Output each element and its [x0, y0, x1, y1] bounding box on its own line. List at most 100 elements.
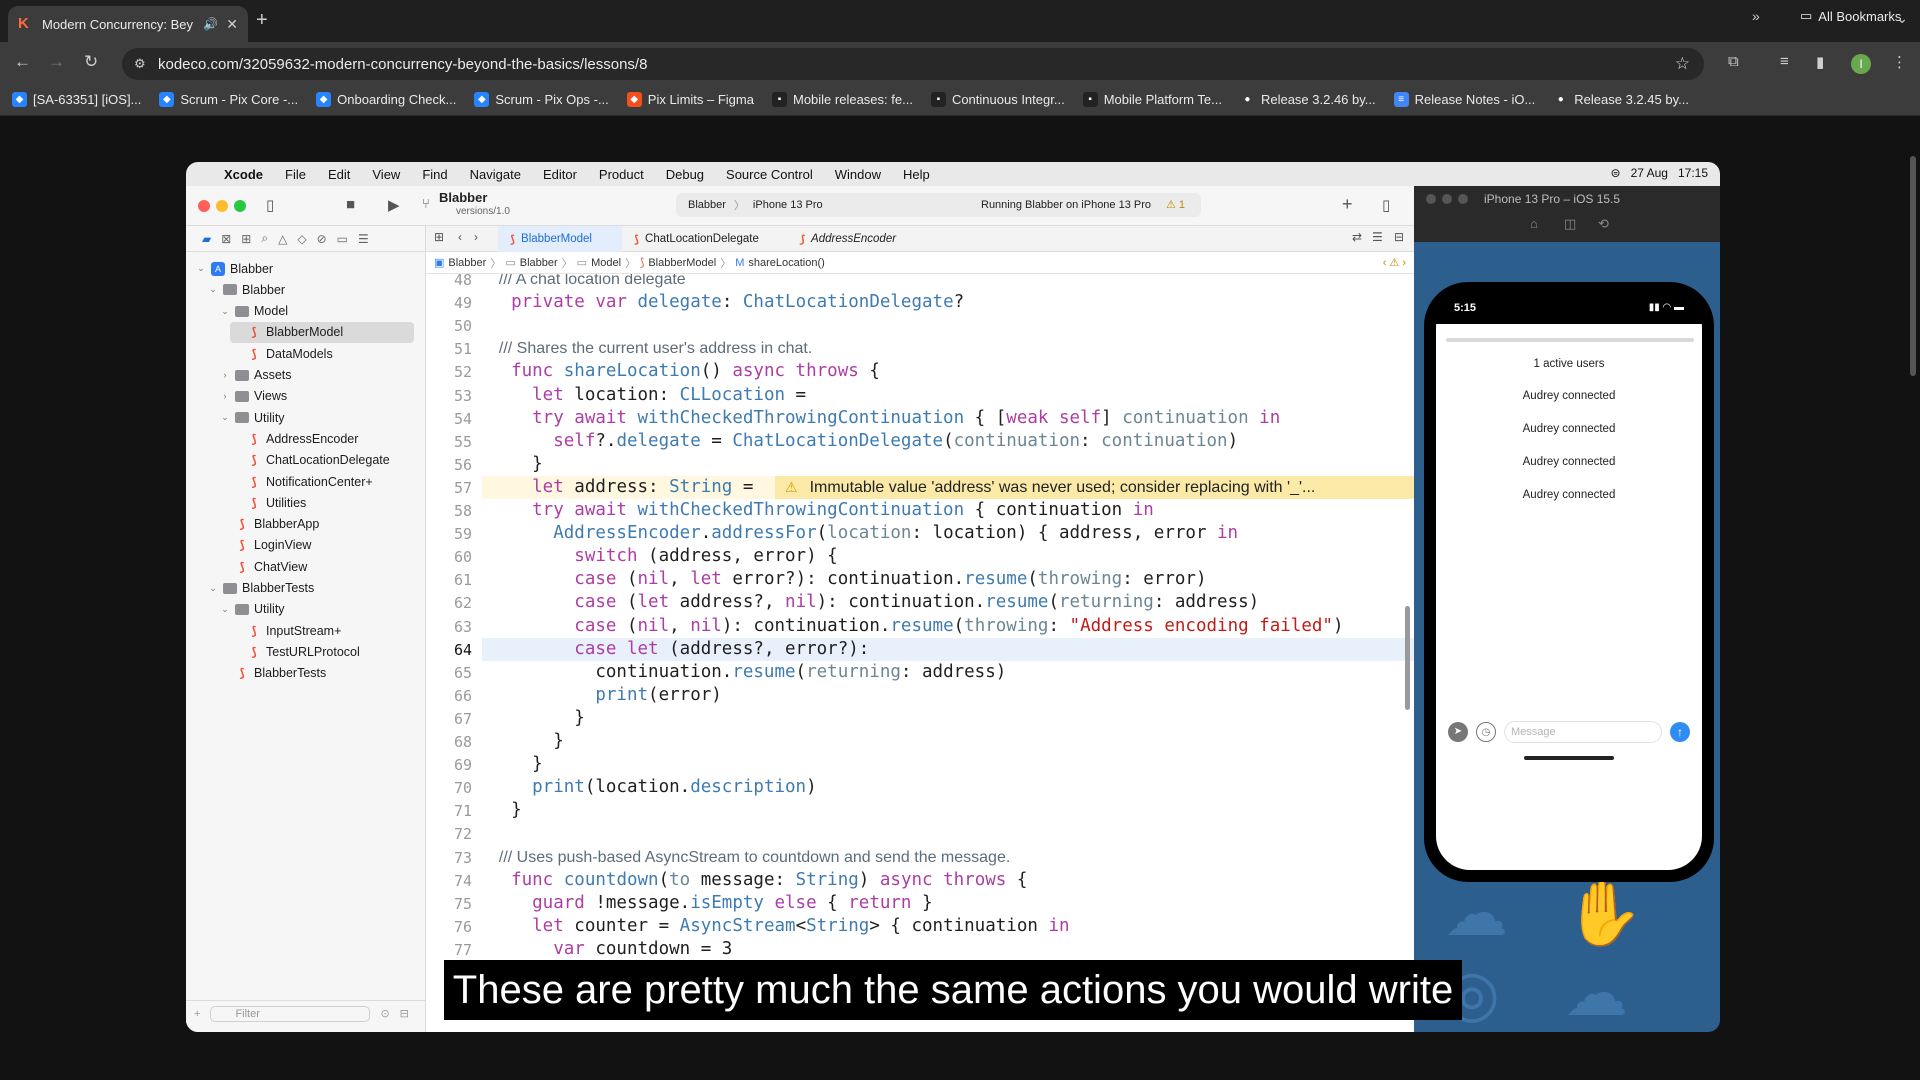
sim-close-button[interactable] [1426, 194, 1436, 204]
issue-navigation-icon[interactable]: ‹ ⚠ › [1383, 256, 1406, 269]
recent-files-icon[interactable]: ⊙ [380, 1007, 389, 1020]
code-line[interactable]: guard !message.isEmpty else { return } [482, 892, 1414, 915]
home-icon[interactable]: ⌂ [1530, 216, 1538, 231]
code-line[interactable]: func shareLocation() async throws { [482, 360, 1414, 383]
menu-debug[interactable]: Debug [666, 167, 704, 182]
breadcrumb-item[interactable]: Model [591, 257, 621, 269]
code-line[interactable]: case (nil, let error?): continuation.res… [482, 568, 1414, 591]
bookmark-item[interactable]: ▪ Mobile releases: fe... [771, 92, 913, 107]
inline-warning[interactable]: ⚠ Immutable value 'address' was never use… [775, 475, 1414, 499]
all-bookmarks-folder[interactable]: ▭ All Bookmarks [1800, 8, 1901, 24]
chevron-down-icon[interactable]: ⌄ [196, 263, 206, 274]
bookmark-item[interactable]: ◆ Onboarding Check... [316, 92, 456, 107]
code-line[interactable]: var countdown = 3 [482, 938, 1414, 961]
code-line[interactable]: continuation.resume(returning: address) [482, 661, 1414, 684]
sidebar-toggle-icon[interactable]: ▯ [266, 196, 274, 214]
back-icon[interactable]: ← [14, 52, 31, 72]
code-line[interactable]: /// Shares the current user's address in… [482, 337, 1414, 360]
tab-chatlocationdelegate[interactable]: ⟆ ChatLocationDelegate [622, 226, 782, 252]
breakpoint-navigator-icon[interactable]: ▭ [337, 232, 348, 246]
screenshot-icon[interactable]: ◫ [1564, 216, 1576, 232]
reload-icon[interactable]: ↻ [84, 52, 98, 72]
extensions-icon[interactable]: ⧉ [1728, 53, 1739, 70]
tree-item[interactable]: ⌄ Blabber [206, 279, 414, 300]
tree-item[interactable]: ⟆ LoginView [218, 535, 414, 556]
code-line[interactable]: case (nil, nil): continuation.resume(thr… [482, 615, 1414, 638]
message-input[interactable]: Message [1504, 721, 1662, 743]
back-nav-icon[interactable]: ‹ [458, 230, 462, 244]
more-bookmarks-icon[interactable]: » [1752, 8, 1760, 24]
bookmark-item[interactable]: ◆ Pix Limits – Figma [626, 92, 754, 107]
report-navigator-icon[interactable]: ☰ [358, 232, 369, 246]
breadcrumb-item[interactable]: BlabberModel [648, 257, 716, 269]
code-line[interactable]: try await withCheckedThrowingContinuatio… [482, 407, 1414, 430]
code-line[interactable]: case (let address?, nil): continuation.r… [482, 591, 1414, 614]
add-file-icon[interactable]: + [194, 1008, 200, 1020]
code-line[interactable]: print(error) [482, 684, 1414, 707]
code-line[interactable]: AddressEncoder.addressFor(location: loca… [482, 522, 1414, 545]
bookmark-item[interactable]: ◆ Scrum - Pix Core -... [159, 92, 298, 107]
menu-help[interactable]: Help [903, 167, 930, 182]
bookmark-item[interactable]: ▪ Mobile Platform Te... [1082, 92, 1222, 107]
code-line[interactable]: func countdown(to message: String) async… [482, 869, 1414, 892]
code-line[interactable]: /// Uses push-based AsyncStream to count… [482, 846, 1414, 869]
find-navigator-icon[interactable]: ⌕ [261, 231, 268, 246]
site-info-icon[interactable]: ⚙ [134, 56, 146, 72]
filter-options-icon[interactable]: ⊟ [400, 1007, 409, 1020]
tree-item[interactable]: ⌄ Utility [218, 407, 414, 428]
tree-item[interactable]: ⟆ BlabberApp [218, 514, 414, 535]
code-line[interactable]: let location: CLLocation = [482, 384, 1414, 407]
menu-product[interactable]: Product [599, 167, 644, 182]
menu-window[interactable]: Window [835, 167, 881, 182]
breadcrumb-item[interactable]: Blabber [448, 257, 486, 269]
bookmark-star-icon[interactable]: ☆ [1675, 54, 1690, 74]
code-line[interactable]: let counter = AsyncStream<String> { cont… [482, 915, 1414, 938]
tree-item[interactable]: ⟆ InputStream+ [230, 620, 414, 641]
media-control-icon[interactable]: ≡ [1780, 53, 1789, 70]
tree-item[interactable]: ⟆ DataModels [230, 343, 414, 364]
related-items-icon[interactable]: ⇄ [1352, 230, 1362, 244]
scheme-name[interactable]: Blabber [439, 190, 487, 205]
bookmark-item[interactable]: ≡ Release Notes - iO... [1393, 92, 1535, 107]
test-navigator-icon[interactable]: ◇ [297, 232, 306, 246]
filter-input[interactable]: Filter [210, 1005, 371, 1022]
project-navigator-icon[interactable]: ▰ [202, 232, 211, 246]
browser-tab[interactable]: K Modern Concurrency: Bey 🔊 ✕ [8, 6, 248, 42]
tree-item[interactable]: ⟆ Utilities [230, 492, 414, 513]
code-line[interactable]: } [482, 707, 1414, 730]
tab-blabbermodel[interactable]: ⟆ BlabberModel [498, 226, 622, 252]
menu-source-control[interactable]: Source Control [726, 167, 813, 182]
chevron-right-icon[interactable]: › [220, 391, 230, 401]
tree-item[interactable]: ⟆ TestURLProtocol [230, 641, 414, 662]
close-window-button[interactable] [198, 200, 210, 212]
timer-icon[interactable]: ◷ [1476, 722, 1496, 742]
issue-navigator-icon[interactable]: △ [278, 232, 287, 246]
warning-count[interactable]: ⚠ 1 [1166, 198, 1185, 211]
chevron-down-icon[interactable]: ⌄ [220, 604, 230, 615]
menu-edit[interactable]: Edit [328, 167, 350, 182]
grid-icon[interactable]: ⊞ [434, 230, 444, 244]
symbol-navigator-icon[interactable]: ⊞ [241, 232, 251, 246]
run-target[interactable]: Blabber [688, 199, 726, 211]
sim-zoom-button[interactable] [1458, 194, 1468, 204]
speaker-icon[interactable]: 🔊 [203, 17, 218, 31]
tree-item[interactable]: ⟆ AddressEncoder [230, 428, 414, 449]
menu-editor[interactable]: Editor [543, 167, 577, 182]
source-editor[interactable]: /// A chat location delegate private var… [482, 274, 1414, 1032]
tree-item[interactable]: ⌄ A Blabber [194, 258, 414, 279]
video-player[interactable]: Xcode File Edit View Find Navigate Editor Prod… [186, 162, 1720, 1032]
bookmark-item[interactable]: ● Release 3.2.46 by... [1239, 92, 1376, 107]
code-line[interactable]: try await withCheckedThrowingContinuatio… [482, 499, 1414, 522]
editor-scrollbar[interactable] [1405, 606, 1410, 710]
tree-item[interactable]: ⌄ Model [218, 301, 414, 322]
breadcrumb-item[interactable]: Blabber [520, 257, 558, 269]
menu-app-name[interactable]: Xcode [224, 167, 263, 182]
tab-addressencoder[interactable]: ⟆ AddressEncoder [788, 226, 928, 252]
send-icon[interactable]: ↑ [1670, 722, 1690, 742]
minimize-window-button[interactable] [216, 200, 228, 212]
page-scrollbar[interactable] [1910, 156, 1916, 376]
run-device[interactable]: iPhone 13 Pro [753, 199, 823, 211]
zoom-window-button[interactable] [234, 200, 246, 212]
bookmark-item[interactable]: ◆ [SA-63351] [iOS]... [12, 92, 141, 107]
code-line[interactable]: self?.delegate = ChatLocationDelegate(co… [482, 430, 1414, 453]
